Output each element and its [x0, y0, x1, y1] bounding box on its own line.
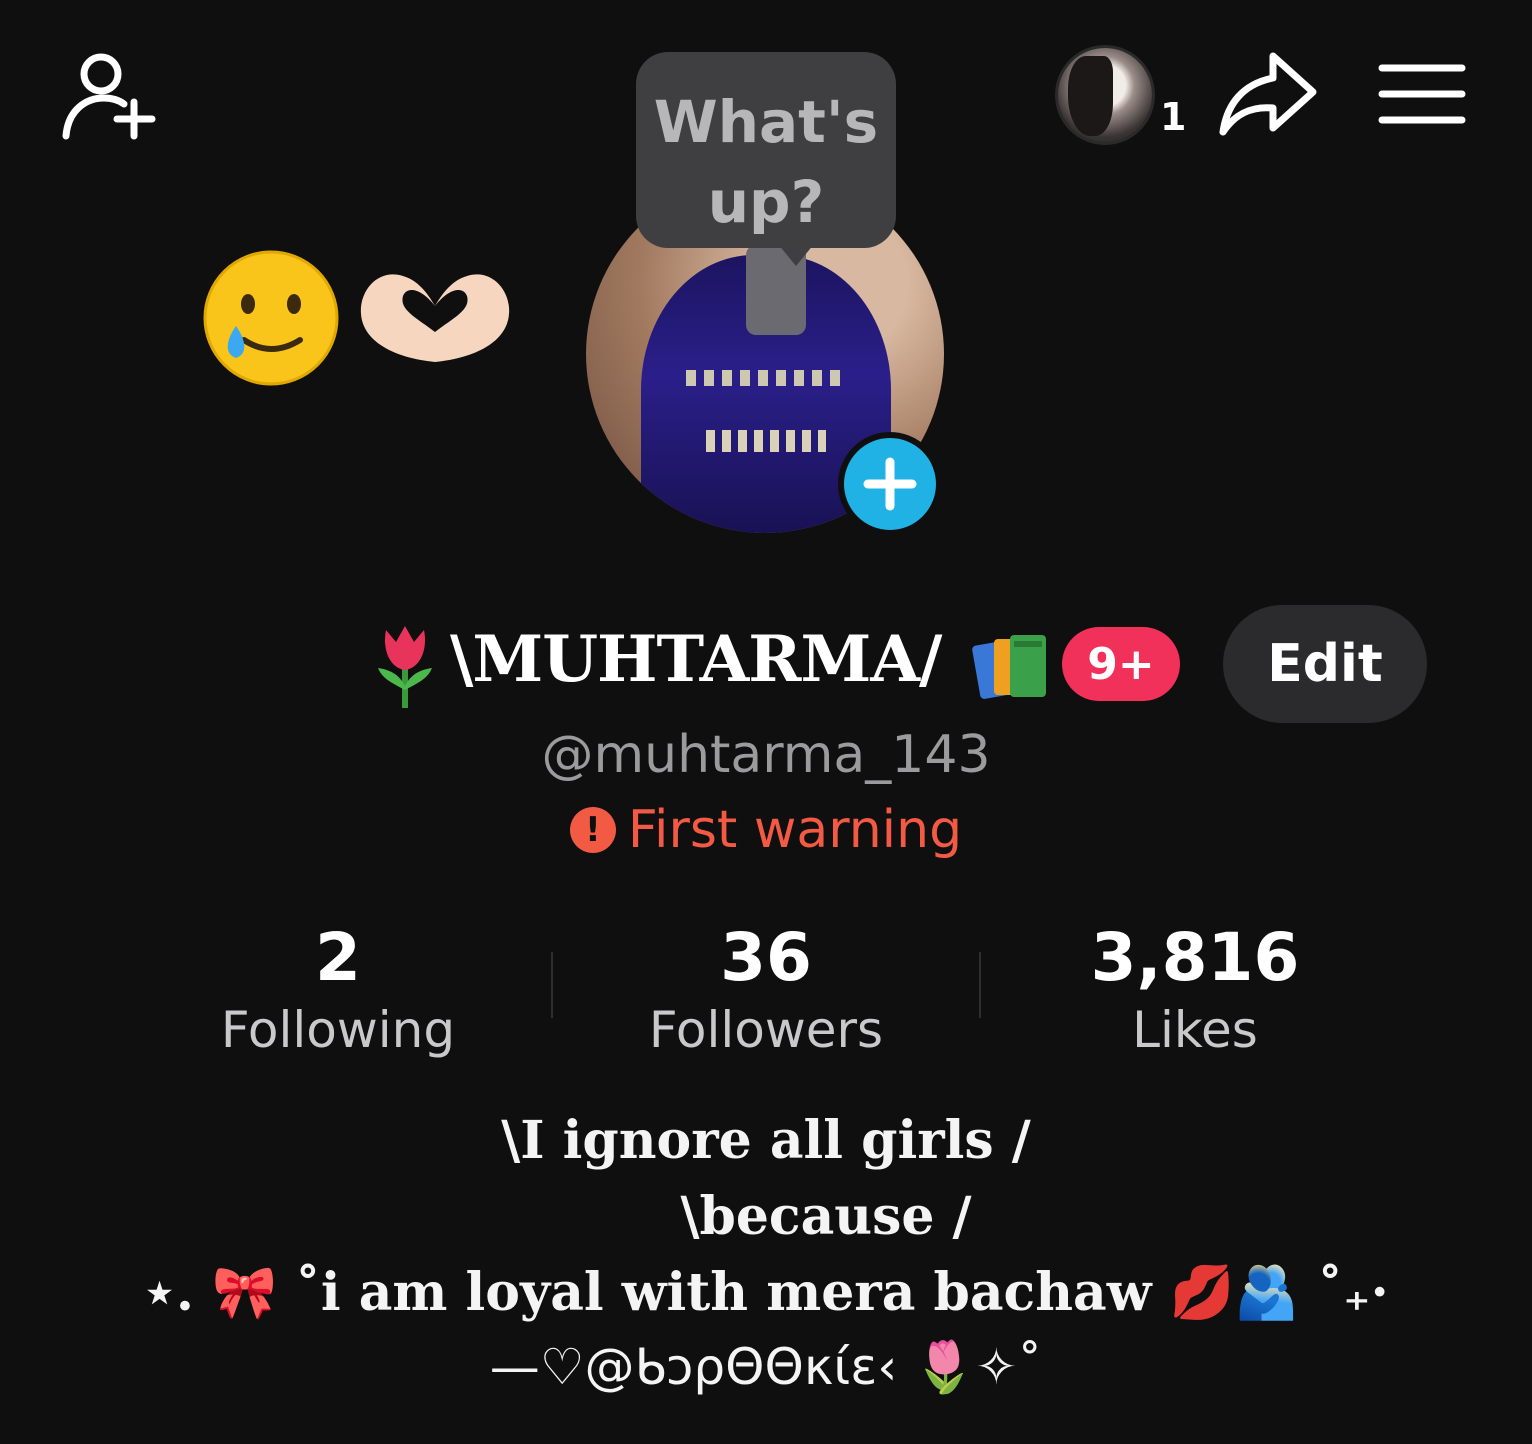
story-avatar[interactable]: [1055, 45, 1155, 145]
share-button[interactable]: [1215, 48, 1319, 140]
bio-line: \I ignore all girls /: [501, 1110, 1031, 1171]
likes-stat[interactable]: 3,816 Likes: [1035, 918, 1355, 1062]
bio-line: ⋆. 🎀 ˚i am loyal with mera bachaw 💋🫂 ˚₊·: [143, 1262, 1389, 1323]
books-emoji-icon: [970, 625, 1050, 705]
hamburger-menu-icon: [1378, 64, 1466, 124]
following-label: Following: [220, 1001, 456, 1059]
story-count: 1: [1160, 95, 1187, 139]
account-warning[interactable]: ! First warning: [0, 800, 1532, 860]
whats-up-tooltip[interactable]: What's up?: [636, 52, 896, 248]
smiling-tear-emoji-icon: [196, 248, 346, 388]
display-name: \MUHTARMA/: [450, 622, 942, 697]
following-stat[interactable]: 2 Following: [178, 918, 498, 1062]
followers-label: Followers: [648, 1001, 884, 1059]
username: @muhtarma_143: [541, 725, 991, 785]
edit-profile-button[interactable]: Edit: [1223, 605, 1427, 723]
tooltip-text: What's up?: [653, 88, 879, 236]
notification-badge[interactable]: 9+: [1062, 627, 1180, 701]
likes-count: 3,816: [1090, 919, 1300, 996]
followers-count: 36: [720, 919, 812, 996]
add-story-button[interactable]: [838, 432, 942, 536]
stat-divider: [551, 952, 553, 1018]
heart-hands-emoji-icon: [355, 262, 515, 372]
stat-divider: [979, 952, 981, 1018]
following-count: 2: [315, 919, 361, 996]
warning-icon: !: [569, 807, 616, 853]
share-arrow-icon: [1219, 52, 1317, 136]
followers-stat[interactable]: 36 Followers: [606, 918, 926, 1062]
add-user-icon: [62, 53, 156, 140]
bio-line: \because /: [680, 1186, 972, 1247]
likes-label: Likes: [1132, 1001, 1258, 1059]
add-friend-button[interactable]: [56, 48, 166, 148]
tooltip-tail: [778, 244, 814, 266]
tulip-emoji-icon: [370, 620, 440, 710]
plus-icon: [863, 457, 917, 511]
bio-line: —♡@ᑲɔρΘΘκίε‹ 🌷✧˚: [489, 1338, 1043, 1396]
warning-text: First warning: [627, 800, 963, 860]
menu-button[interactable]: [1378, 60, 1466, 130]
